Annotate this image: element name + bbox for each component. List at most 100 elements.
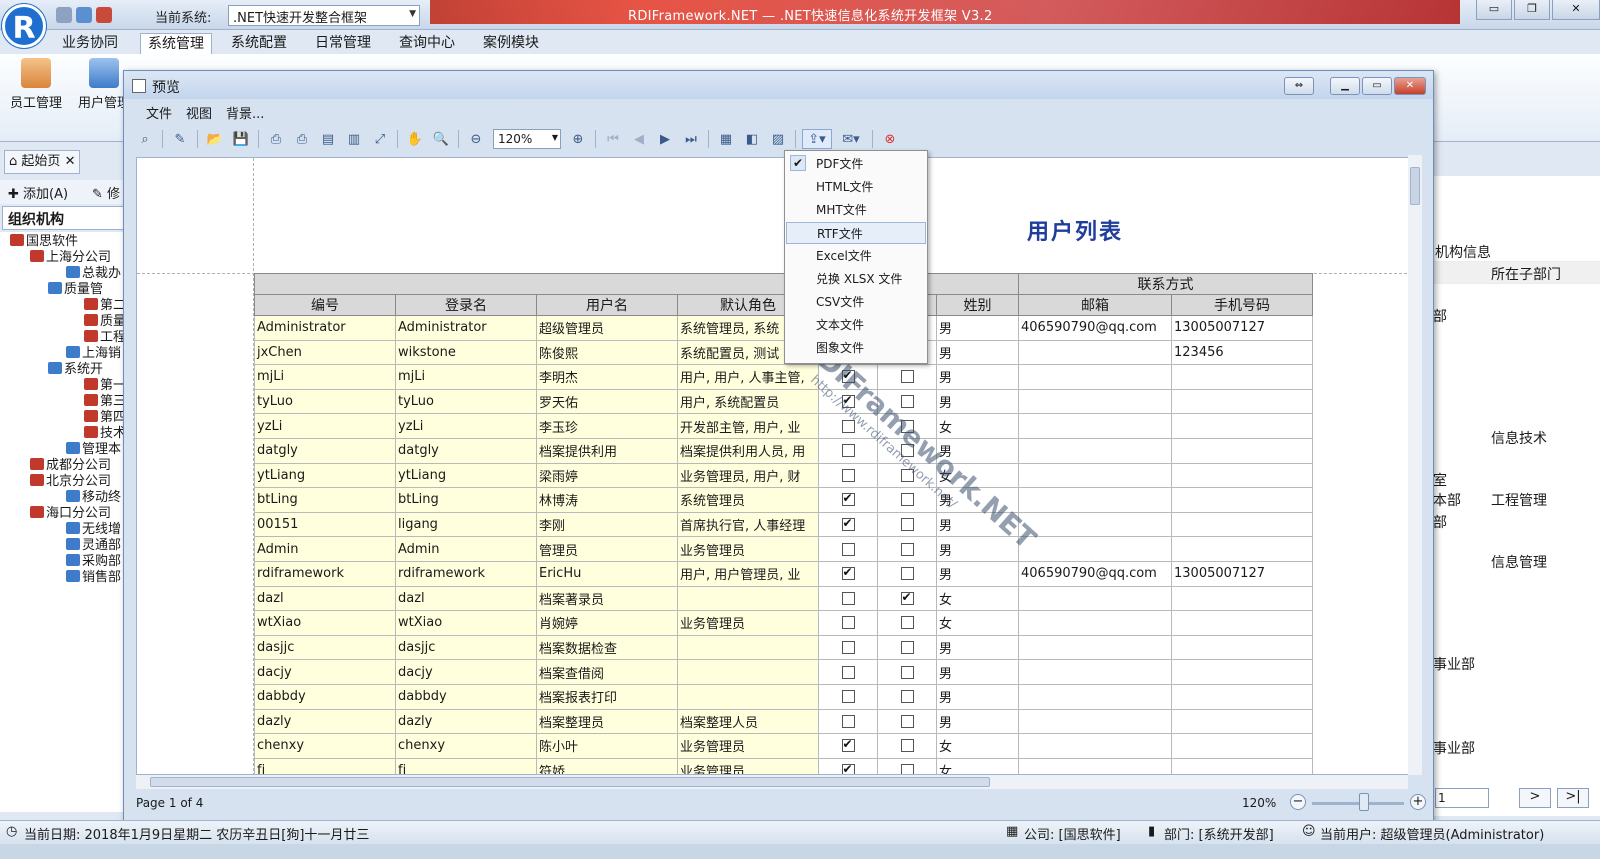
tools-icon[interactable] [96, 7, 112, 23]
tab-system-management[interactable]: 系统管理 [140, 33, 212, 55]
watermark-icon[interactable]: ▨ [767, 129, 789, 149]
tree-node[interactable]: 技术 [84, 426, 126, 442]
open-icon[interactable]: 📂 [204, 129, 226, 149]
multiple-pages-icon[interactable]: ▦ [715, 129, 737, 149]
tree-node[interactable]: 工程 [84, 330, 126, 346]
menu-view[interactable]: 视图 [186, 103, 212, 123]
tree-node[interactable]: 采购部 [66, 554, 121, 570]
tree-node[interactable]: 国思软件 [10, 234, 78, 250]
tree-node[interactable]: 管理本 [66, 442, 121, 458]
send-email-button[interactable]: ✉▾ [836, 129, 866, 149]
zoom-slider-thumb[interactable] [1359, 793, 1370, 811]
page-number-input[interactable]: 1 [1435, 788, 1489, 808]
next-page-button[interactable]: > [1519, 788, 1551, 808]
help-icon[interactable] [56, 7, 72, 23]
menu-background[interactable]: 背景... [226, 103, 264, 123]
table-cell: Administrator [395, 315, 537, 341]
tree-node[interactable]: 上海销 [66, 346, 121, 362]
tree-node[interactable]: 质量 [84, 314, 126, 330]
menu-file[interactable]: 文件 [146, 103, 172, 123]
last-page-button[interactable]: >| [1557, 788, 1589, 808]
restore-icon[interactable]: ⇔ [1284, 77, 1314, 95]
tab-system-config[interactable]: 系统配置 [224, 33, 294, 55]
minimize-icon[interactable]: ▁ [1330, 77, 1360, 95]
tree-node[interactable]: 总裁办 [66, 266, 121, 282]
users-icon[interactable] [76, 7, 92, 23]
scrollbar-thumb[interactable] [1410, 167, 1420, 205]
zoom-minus-icon[interactable]: − [1290, 794, 1306, 810]
vertical-scrollbar[interactable] [1408, 155, 1422, 775]
tab-query[interactable]: 查询中心 [392, 33, 462, 55]
tab-collaboration[interactable]: 业务协同 [55, 33, 125, 55]
scrollbar-thumb[interactable] [150, 777, 990, 787]
current-system-select[interactable]: .NET快速开发整合框架 ▼ [228, 5, 420, 26]
table-cell: 406590790@qq.com [1018, 315, 1172, 341]
close-preview-icon[interactable]: ⊗ [879, 129, 901, 149]
table-cell: chenxy [254, 733, 396, 759]
tree-node[interactable]: 第一 [84, 378, 126, 394]
tree-node[interactable]: 无线增 [66, 522, 121, 538]
checked-checkbox [841, 368, 855, 384]
tree-node[interactable]: 移动终 [66, 490, 121, 506]
menu-item-mht[interactable]: MHT文件 [786, 199, 926, 221]
page-setup-icon[interactable]: ▤ [317, 129, 339, 149]
tree-node[interactable]: 质量管 [48, 282, 103, 298]
color-icon[interactable]: ◧ [741, 129, 763, 149]
close-icon[interactable]: ✕ [1394, 77, 1426, 95]
tree-node[interactable]: 上海分公司 [30, 250, 111, 266]
close-icon[interactable]: ✕ [1552, 0, 1600, 20]
tree-node[interactable]: 第三 [84, 394, 126, 410]
zoom-plus-icon[interactable]: + [1410, 794, 1426, 810]
menu-item-text[interactable]: 文本文件 [786, 314, 926, 336]
menu-item-image[interactable]: 图象文件 [786, 337, 926, 359]
table-cell [877, 560, 937, 587]
tree-node[interactable]: 第四 [84, 410, 126, 426]
tree-node[interactable]: 第二 [84, 298, 126, 314]
export-dropdown-button[interactable]: ⇪▾ [802, 129, 832, 149]
zoom-select[interactable]: 120% ▼ [493, 129, 561, 149]
quick-print-icon[interactable]: ⎙ [291, 129, 313, 149]
scale-icon[interactable]: ⤢ [369, 129, 391, 149]
first-page-icon[interactable]: ⏮ [602, 129, 624, 149]
tab-home[interactable]: ⌂ 起始页 ✕ [4, 150, 81, 174]
last-page-icon[interactable]: ⏭ [680, 129, 702, 149]
zoom-out-icon[interactable]: ⊖ [465, 129, 487, 149]
menu-item-pdf[interactable]: ✔ PDF文件 [786, 153, 926, 175]
close-icon[interactable]: ✕ [65, 154, 76, 169]
employee-management-button[interactable]: 员工管理 [4, 58, 68, 111]
maximize-icon[interactable]: ▭ [1362, 77, 1392, 95]
tree-node[interactable]: 海口分公司 [30, 506, 111, 522]
print-icon[interactable]: ⎙ [265, 129, 287, 149]
horizontal-scrollbar[interactable] [136, 775, 1408, 789]
zoom-in-icon[interactable]: ⊕ [567, 129, 589, 149]
table-cell: fj [395, 757, 537, 774]
tree-node[interactable]: 灵通部 [66, 538, 121, 554]
maximize-icon[interactable]: ❐ [1514, 0, 1550, 20]
zoom-slider[interactable] [1312, 802, 1404, 805]
save-icon[interactable]: 💾 [230, 129, 252, 149]
menu-item-html[interactable]: HTML文件 [786, 176, 926, 198]
tree-node[interactable]: 销售部 [66, 570, 121, 586]
magnifier-icon[interactable]: 🔍 [430, 129, 452, 149]
customize-icon[interactable]: ✎ [169, 129, 191, 149]
menu-item-excel[interactable]: Excel文件 [786, 245, 926, 267]
hand-tool-icon[interactable]: ✋ [404, 129, 426, 149]
menu-item-xlsx[interactable]: 兑换 XLSX 文件 [786, 268, 926, 290]
tab-daily[interactable]: 日常管理 [308, 33, 378, 55]
tree-node[interactable]: 系统开 [48, 362, 103, 378]
header-footer-icon[interactable]: ▥ [343, 129, 365, 149]
edit-button[interactable]: ✎ 修 [92, 183, 120, 202]
menu-item-rtf[interactable]: RTF文件 [786, 222, 926, 244]
restore-icon[interactable]: ▭ [1476, 0, 1512, 20]
find-icon[interactable]: ⌕ [134, 129, 156, 149]
tree-node[interactable]: 北京分公司 [30, 474, 111, 490]
previous-page-icon[interactable]: ◀ [628, 129, 650, 149]
add-button[interactable]: ✚ 添加(A) [8, 183, 68, 202]
tab-cases[interactable]: 案例模块 [476, 33, 546, 55]
tree-node[interactable]: 成都分公司 [30, 458, 111, 474]
next-page-icon[interactable]: ▶ [654, 129, 676, 149]
table-cell [1171, 388, 1313, 415]
dept-icon [66, 522, 80, 534]
grid-cell: 事业部 [1433, 657, 1475, 673]
menu-item-csv[interactable]: CSV文件 [786, 291, 926, 313]
